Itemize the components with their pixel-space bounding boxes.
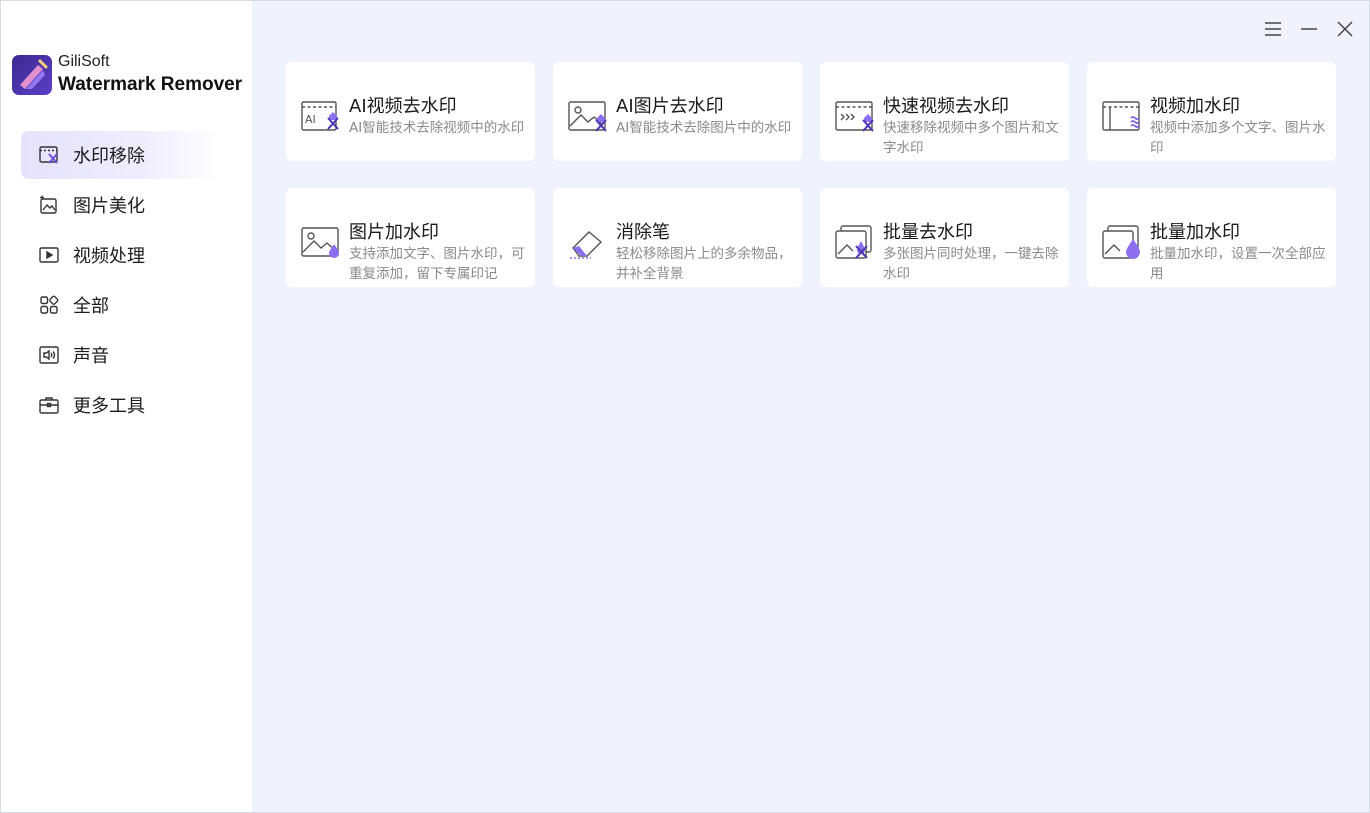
grid-icon xyxy=(38,294,60,316)
card-description: 支持添加文字、图片水印，可重复添加，留下专属印记 xyxy=(349,246,525,282)
card-batch-remove[interactable]: 批量去水印 多张图片同时处理，一键去除水印 xyxy=(820,188,1069,287)
card-title: 批量加水印 xyxy=(1150,222,1240,243)
fast-video-remove-icon xyxy=(834,98,876,134)
sidebar-item-label: 图片美化 xyxy=(73,196,145,217)
card-title: 视频加水印 xyxy=(1150,96,1240,117)
video-play-icon xyxy=(38,244,60,266)
card-description: AI智能技术去除图片中的水印 xyxy=(616,120,792,136)
svg-text:AI: AI xyxy=(305,113,316,126)
sidebar-item-label: 全部 xyxy=(73,296,109,317)
sidebar-item-all[interactable]: 全部 xyxy=(21,281,221,329)
sidebar-item-audio[interactable]: 声音 xyxy=(21,331,221,379)
card-ai-video-remove[interactable]: AI AI视频去水印 AI智能技术去除视频中的水印 xyxy=(286,62,535,161)
card-eraser[interactable]: 消除笔 轻松移除图片上的多余物品，并补全背景 xyxy=(553,188,802,287)
brand-name-small: GiliSoft xyxy=(58,53,110,70)
card-description: 视频中添加多个文字、图片水印 xyxy=(1150,120,1326,156)
sidebar-item-watermark-removal[interactable]: 水印移除 xyxy=(21,131,221,179)
ai-video-remove-icon: AI xyxy=(300,98,342,134)
card-description: AI智能技术去除视频中的水印 xyxy=(349,120,525,136)
window-controls xyxy=(1263,19,1355,39)
card-description: 多张图片同时处理，一键去除水印 xyxy=(883,246,1059,282)
ai-image-remove-icon xyxy=(567,98,609,134)
card-video-add-watermark[interactable]: 视频加水印 视频中添加多个文字、图片水印 xyxy=(1087,62,1336,161)
toolbox-icon xyxy=(38,394,60,416)
batch-add-icon xyxy=(1101,224,1143,260)
brand-name-product: Watermark Remover xyxy=(58,74,243,95)
card-title: AI视频去水印 xyxy=(349,96,457,117)
batch-remove-icon xyxy=(834,224,876,260)
minimize-icon[interactable] xyxy=(1299,19,1319,39)
card-image-add-watermark[interactable]: 图片加水印 支持添加文字、图片水印，可重复添加，留下专属印记 xyxy=(286,188,535,287)
image-add-watermark-icon xyxy=(300,224,342,260)
close-icon[interactable] xyxy=(1335,19,1355,39)
sidebar-nav: 水印移除 图片美化 视频处理 全部 声音 更多工具 xyxy=(21,131,221,431)
speaker-icon xyxy=(38,344,60,366)
sidebar-item-image-beautify[interactable]: 图片美化 xyxy=(21,181,221,229)
sidebar-item-label: 声音 xyxy=(73,346,109,367)
card-description: 快速移除视频中多个图片和文字水印 xyxy=(883,120,1059,156)
video-remove-icon xyxy=(38,144,60,166)
card-description: 批量加水印，设置一次全部应用 xyxy=(1150,246,1326,282)
sidebar-item-label: 水印移除 xyxy=(73,146,145,167)
image-sparkle-icon xyxy=(38,194,60,216)
card-description: 轻松移除图片上的多余物品，并补全背景 xyxy=(616,246,792,282)
sidebar-item-video-processing[interactable]: 视频处理 xyxy=(21,231,221,279)
sidebar-item-more-tools[interactable]: 更多工具 xyxy=(21,381,221,429)
card-batch-add[interactable]: 批量加水印 批量加水印，设置一次全部应用 xyxy=(1087,188,1336,287)
video-add-watermark-icon xyxy=(1101,98,1143,134)
card-title: 批量去水印 xyxy=(883,222,973,243)
app-logo-icon xyxy=(12,55,52,95)
card-title: AI图片去水印 xyxy=(616,96,724,117)
sidebar: GiliSoft Watermark Remover 水印移除 图片美化 视频处… xyxy=(1,1,252,812)
app-window: GiliSoft Watermark Remover 水印移除 图片美化 视频处… xyxy=(0,0,1370,813)
card-fast-video-remove[interactable]: 快速视频去水印 快速移除视频中多个图片和文字水印 xyxy=(820,62,1069,161)
menu-icon[interactable] xyxy=(1263,19,1283,39)
eraser-icon xyxy=(567,224,609,260)
card-ai-image-remove[interactable]: AI图片去水印 AI智能技术去除图片中的水印 xyxy=(553,62,802,161)
card-title: 消除笔 xyxy=(616,222,670,243)
sidebar-item-label: 视频处理 xyxy=(73,246,145,267)
card-title: 图片加水印 xyxy=(349,222,439,243)
card-title: 快速视频去水印 xyxy=(883,96,1009,117)
sidebar-item-label: 更多工具 xyxy=(73,396,145,417)
